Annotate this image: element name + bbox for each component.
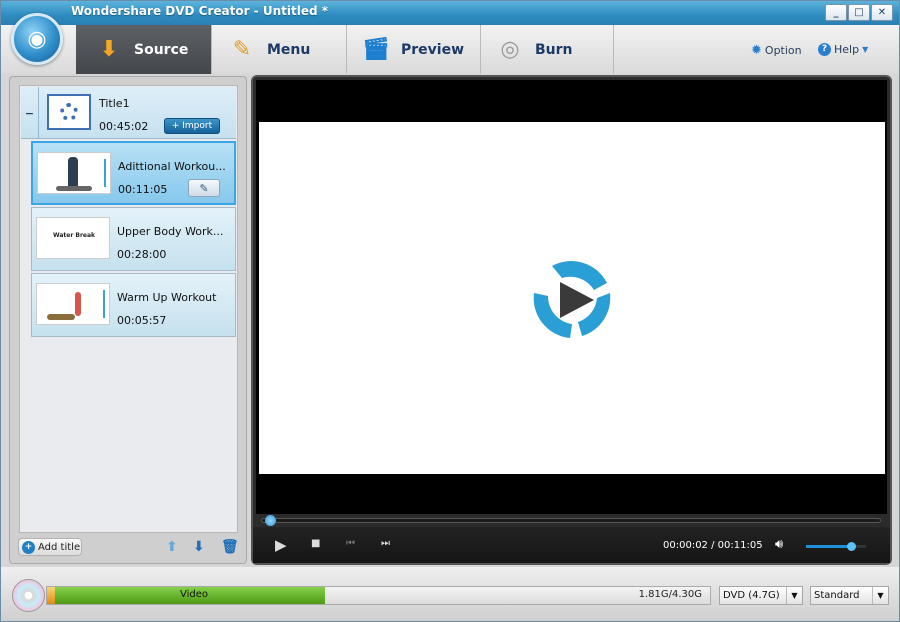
app-logo-icon[interactable]: ◉ (11, 13, 63, 65)
disc-icon (12, 579, 45, 612)
plus-icon: + (22, 540, 35, 554)
status-bar: Video 1.81G/4.30G DVD (4.7G) ▼ Standard … (1, 567, 899, 621)
capacity-label: Video (180, 589, 209, 600)
chevron-down-icon: ▼ (872, 587, 888, 604)
next-icon[interactable]: ⏭ (381, 538, 390, 549)
player-controls: ▶ ■ ⏮ ⏭ 00:00:02 / 00:11:05 🔊︎ (253, 527, 890, 563)
tab-menu[interactable]: ✎ Menu (212, 25, 347, 74)
clip-item[interactable]: Water Break Upper Body Work... 00:28:00 (31, 207, 236, 271)
help-label: Help (834, 43, 860, 56)
tab-label: Burn (535, 41, 573, 58)
disc-type-select[interactable]: DVD (4.7G) ▼ (719, 586, 803, 605)
capacity-size: 1.81G/4.30G (638, 589, 702, 600)
film-reel-icon (47, 94, 91, 130)
quality-value: Standard (814, 590, 860, 601)
total-time: 00:11:05 (717, 540, 763, 551)
pencil-ruler-icon: ✎ (232, 37, 252, 62)
seek-slider[interactable] (261, 515, 881, 526)
quality-select[interactable]: Standard ▼ (810, 586, 889, 605)
help-button[interactable]: ? Help ▼ (818, 43, 868, 56)
clip-name: Adittional Workou... (118, 160, 226, 173)
clip-thumbnail (36, 283, 110, 325)
tab-burn[interactable]: ◎ Burn (481, 25, 614, 74)
clip-item[interactable]: Warm Up Workout 00:05:57 (31, 273, 236, 337)
volume-icon[interactable]: 🔊︎ (775, 537, 783, 552)
minimize-button[interactable]: _ (825, 4, 847, 21)
play-icon[interactable]: ▶ (275, 536, 287, 554)
disc-flame-icon: ◎ (500, 37, 520, 62)
play-logo-icon (533, 261, 611, 338)
option-label: Option (764, 44, 802, 57)
video-player: ▶ ■ ⏮ ⏭ 00:00:02 / 00:11:05 🔊︎ (251, 75, 892, 565)
tab-preview[interactable]: 🎬︎ Preview (347, 25, 481, 74)
add-title-button[interactable]: + Add title (18, 538, 82, 556)
volume-slider[interactable] (806, 542, 866, 551)
tab-label: Source (134, 41, 189, 58)
help-icon: ? (818, 43, 831, 56)
title-name: Title1 (99, 97, 130, 110)
window-title: Wondershare DVD Creator - Untitled * (71, 4, 329, 18)
tab-source[interactable]: ⬇ Source (76, 25, 212, 74)
clip-name: Upper Body Work... (117, 225, 224, 238)
main-toolbar: ◉ ⬇ Source ✎ Menu 🎬︎ Preview ◎ Burn ✹ Op… (1, 13, 899, 74)
player-screen[interactable] (256, 80, 887, 514)
previous-icon[interactable]: ⏮ (346, 538, 355, 549)
source-panel-footer: + Add title ⬆ ⬇ 🗑︎ (10, 535, 246, 563)
trash-icon[interactable]: 🗑︎ (221, 539, 239, 555)
clip-thumbnail (37, 152, 111, 194)
tab-label: Menu (267, 41, 311, 58)
add-title-label: Add title (38, 541, 81, 553)
pencil-icon: ✎ (199, 181, 209, 195)
clip-name: Warm Up Workout (117, 291, 217, 304)
clip-duration: 00:11:05 (118, 183, 168, 196)
title-group[interactable]: − Title1 00:45:02 + Import (21, 87, 236, 139)
clapperboard-icon: 🎬︎ (362, 37, 390, 62)
tab-label: Preview (401, 41, 465, 58)
clip-duration: 00:28:00 (117, 248, 167, 261)
clip-thumbnail: Water Break (36, 217, 110, 259)
time-separator: / (711, 540, 715, 551)
download-icon: ⬇ (99, 37, 119, 62)
volume-handle[interactable] (847, 542, 856, 551)
collapse-toggle[interactable]: − (21, 87, 39, 139)
close-button[interactable]: ✕ (871, 4, 893, 21)
move-up-icon[interactable]: ⬆ (166, 539, 178, 555)
capacity-audio-segment (47, 587, 55, 604)
current-time: 00:00:02 (663, 540, 708, 551)
option-button[interactable]: ✹ Option (751, 43, 802, 58)
import-button[interactable]: + Import (164, 118, 220, 134)
thumb-text: Water Break (52, 232, 96, 239)
volume-fill (806, 545, 851, 548)
app-window: Wondershare DVD Creator - Untitled * _ □… (0, 0, 900, 622)
title-list[interactable]: − Title1 00:45:02 + Import Adittional Wo… (19, 85, 238, 533)
clip-item[interactable]: Adittional Workou... 00:11:05 ✎ (31, 141, 236, 205)
title-bar[interactable]: Wondershare DVD Creator - Untitled * _ □… (1, 1, 899, 25)
edit-button[interactable]: ✎ (188, 179, 220, 197)
seek-handle[interactable] (265, 515, 276, 526)
capacity-bar: Video 1.81G/4.30G (46, 586, 711, 605)
chevron-down-icon: ▼ (862, 45, 869, 54)
chevron-down-icon: ▼ (786, 587, 802, 604)
stop-icon[interactable]: ■ (311, 538, 320, 549)
time-display: 00:00:02 / 00:11:05 (663, 540, 763, 551)
move-down-icon[interactable]: ⬇ (193, 539, 205, 555)
video-frame (259, 122, 885, 474)
disc-type-value: DVD (4.7G) (723, 590, 780, 601)
title-duration: 00:45:02 (99, 120, 149, 133)
maximize-button[interactable]: □ (848, 4, 870, 21)
source-panel: − Title1 00:45:02 + Import Adittional Wo… (9, 76, 247, 564)
clip-duration: 00:05:57 (117, 314, 167, 327)
gear-icon: ✹ (751, 43, 762, 58)
